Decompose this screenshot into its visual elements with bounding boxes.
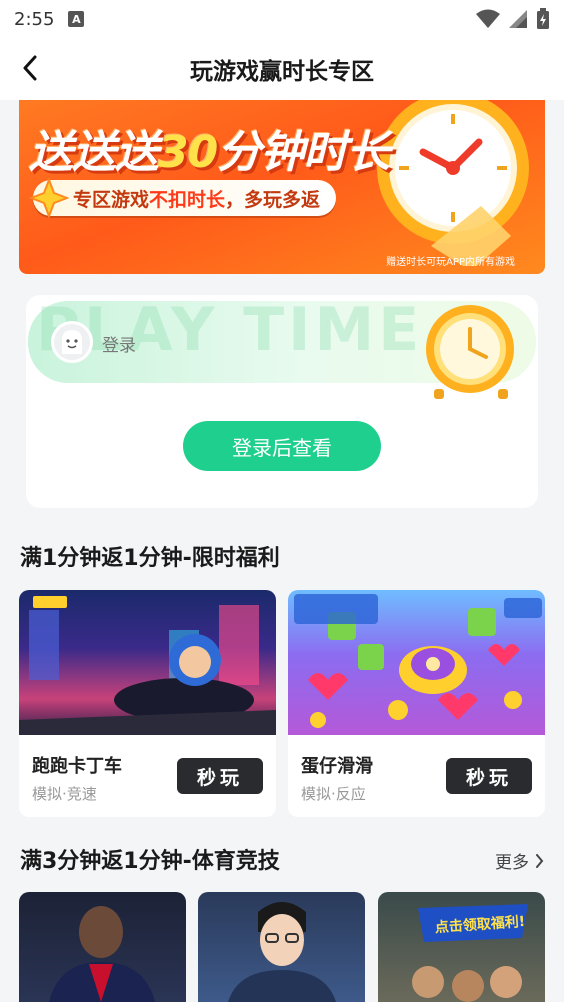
game-tags: 模拟·竞速 [32, 785, 97, 803]
game-card-eggy[interactable]: 蛋仔滑滑 模拟·反应 秒玩 [288, 590, 545, 817]
top-nav-bar: 玩游戏赢时长专区 [0, 38, 564, 100]
banner-title: 送送送30分钟时长 [29, 127, 390, 178]
instant-play-button[interactable]: 秒玩 [177, 758, 263, 794]
shooter-characters-illustration-icon [412, 904, 528, 1002]
notification-icon: A [68, 11, 85, 27]
status-time: 2:55 [14, 8, 55, 30]
user-avatar-icon [62, 330, 82, 354]
more-link[interactable]: 更多 [495, 848, 544, 873]
game-name: 蛋仔滑滑 [301, 756, 373, 777]
game-thumb-shooter[interactable]: 点击领取福利! [378, 892, 545, 1002]
avatar[interactable] [51, 321, 93, 363]
wifi-icon [476, 9, 500, 28]
game-name: 跑跑卡丁车 [32, 756, 122, 777]
page-title: 玩游戏赢时长专区 [190, 59, 374, 85]
game-thumb-esports[interactable] [198, 892, 365, 1002]
instant-play-button[interactable]: 秒玩 [446, 758, 532, 794]
play-time-watermark: PLAY TIME [36, 295, 424, 365]
chevron-right-icon [536, 853, 544, 868]
game-thumb-football[interactable] [19, 892, 186, 1002]
match-puzzle-illustration-icon [294, 594, 542, 728]
more-label: 更多 [495, 853, 529, 873]
back-button[interactable] [12, 50, 48, 86]
battery-charging-icon [537, 8, 549, 29]
status-bar: 2:55 A [0, 0, 564, 38]
game-cover-eggy [288, 590, 545, 735]
section-title-sports: 满3分钟返1分钟-体育竞技 [20, 849, 280, 874]
banner-subtitle: 专区游戏 不扣时长 ，多玩多返 [33, 180, 337, 216]
football-player-illustration-icon [49, 906, 155, 1002]
section-title-limited-welfare: 满1分钟返1分钟-限时福利 [20, 546, 280, 571]
status-icons [476, 8, 550, 30]
login-card: PLAY TIME 登录 登录后查看 [26, 295, 538, 508]
esports-player-illustration-icon [228, 902, 336, 1002]
game-tags: 模拟·反应 [301, 785, 366, 803]
promo-banner[interactable]: 送送送30分钟时长 专区游戏 不扣时长 ，多玩多返 赠送时长可玩APP内所有游戏 [19, 100, 545, 274]
login-to-view-button[interactable]: 登录后查看 [183, 421, 381, 471]
kart-racing-illustration-icon [19, 596, 276, 735]
alarm-clock-icon [426, 305, 514, 399]
signal-icon [509, 10, 527, 28]
banner-note: 赠送时长可玩APP内所有游戏 [386, 257, 515, 268]
login-link[interactable]: 登录 [102, 331, 136, 356]
game-cover-kart [19, 590, 276, 735]
game-card-kart[interactable]: 跑跑卡丁车 模拟·竞速 秒玩 [19, 590, 276, 817]
back-arrow-icon [23, 55, 37, 81]
star-icon [29, 178, 69, 218]
